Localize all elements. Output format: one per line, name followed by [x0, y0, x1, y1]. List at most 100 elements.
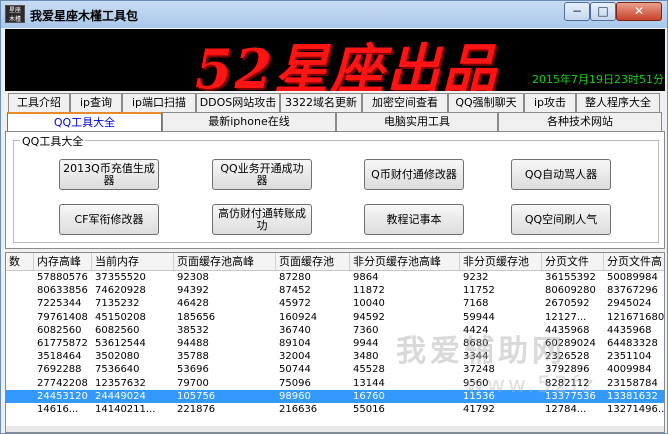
- qb-tenpay-button[interactable]: Q币财付通修改器: [364, 159, 464, 190]
- maximize-button[interactable]: □: [590, 2, 616, 21]
- tab-qq-chat[interactable]: QQ强制聊天: [448, 93, 524, 112]
- table-cell: 89104: [279, 338, 311, 349]
- table-cell: 23158784: [607, 377, 658, 389]
- qq-service-button[interactable]: QQ业务开通成功器: [212, 159, 312, 190]
- table-cell: 45972: [279, 298, 311, 310]
- table-cell: [6, 297, 34, 310]
- table-cell: 53696: [177, 364, 209, 376]
- tab-row-main: 工具介绍 ip查询 ip端口扫描 DDOS网站攻击 3322域名更新 加密空间查…: [5, 93, 665, 113]
- table-row[interactable]: 79761408 45150208 185656 160924 94592 59944 12…: [6, 311, 665, 324]
- table-cell: 92308: [177, 272, 209, 283]
- main-window: 星座 木槿 我爱星座木槿工具包 − □ ✕ 52星座出品 2015年7月19日2…: [0, 0, 668, 434]
- col-header[interactable]: 非分页缓存池: [460, 253, 542, 270]
- table-cell: 24449024: [95, 390, 146, 402]
- table-cell: 14616...: [37, 404, 79, 415]
- table-cell: [6, 284, 34, 297]
- table-cell: [6, 350, 34, 363]
- table-cell: 185656: [177, 311, 216, 323]
- table-cell: 221876: [177, 404, 216, 415]
- col-header[interactable]: 分页文件: [542, 253, 604, 270]
- qzone-popularity-button[interactable]: QQ空间刷人气: [511, 204, 611, 235]
- qq-auto-curse-button[interactable]: QQ自动骂人器: [511, 159, 611, 190]
- tab-ip-query[interactable]: ip查询: [70, 93, 122, 112]
- tenpay-transfer-button[interactable]: 高仿财付通转账成功: [212, 204, 312, 235]
- table-cell: [6, 324, 34, 337]
- col-header[interactable]: 非分页缓存池高峰: [350, 253, 460, 270]
- table-cell: 46428: [177, 298, 209, 310]
- table-cell: 2351104: [607, 351, 652, 363]
- table-cell: 2670592: [545, 298, 590, 310]
- table-cell: 12357632: [95, 377, 146, 389]
- table-cell: 36740: [279, 324, 311, 336]
- tab-prank[interactable]: 整人程序大全: [576, 93, 660, 112]
- table-cell: 2945024: [607, 298, 652, 310]
- table-cell: 7135232: [95, 298, 140, 310]
- table-cell: 94592: [353, 311, 385, 323]
- table-row[interactable]: 7225344 7135232 46428 45972 10040 7168 2670592…: [6, 297, 664, 310]
- tab-panel: QQ工具大全 2013Q币充值生成器 QQ业务开通成功器 Q币财付通修改器 QQ…: [5, 131, 665, 249]
- cf-rank-button[interactable]: CF军衔修改器: [59, 204, 159, 235]
- col-header[interactable]: 内存高峰: [34, 253, 92, 270]
- tab-qq-tools[interactable]: QQ工具大全: [7, 112, 162, 132]
- table-cell: 105756: [177, 390, 216, 402]
- table-cell: [6, 390, 34, 403]
- watermark-text: 我爱辅助网: [396, 334, 566, 369]
- table-cell: 35788: [177, 351, 209, 363]
- table-cell: 10040: [353, 298, 385, 310]
- table-cell: 4009984: [607, 364, 652, 376]
- table-cell: 79700: [177, 377, 209, 389]
- table-row[interactable]: 57880576 37355520 92308 87280 9864 9232 361553…: [6, 271, 664, 284]
- table-cell: 7168: [463, 298, 489, 310]
- table-cell: 7536640: [95, 364, 140, 376]
- table-cell: 45150208: [95, 311, 146, 323]
- table-cell: 53612544: [95, 338, 146, 349]
- table-cell: [6, 403, 34, 416]
- table-cell: 12784...: [545, 404, 587, 415]
- table-cell: 7692288: [37, 364, 82, 376]
- tab-encrypted-space[interactable]: 加密空间查看: [362, 93, 448, 112]
- table-row[interactable]: 61775872 53612544 94488 89104 9944 8680 602890…: [6, 337, 664, 350]
- table-cell: 94392: [177, 285, 209, 297]
- table-row[interactable]: 6082560 6082560 38532 36740 7360 4424 4435968 4…: [6, 324, 664, 337]
- table-cell: 80609280: [545, 285, 596, 297]
- table-cell: 80633856: [37, 285, 88, 297]
- tab-ip-attack[interactable]: ip攻击: [524, 93, 576, 112]
- table-cell: 94488: [177, 338, 209, 349]
- horizontal-scrollbar[interactable]: [6, 426, 664, 432]
- process-table[interactable]: 数 内存高峰 当前内存 页面缓存池高峰 页面缓存池 非分页缓存池高峰 非分页缓存…: [5, 252, 665, 433]
- col-header[interactable]: 数: [6, 253, 34, 270]
- close-button[interactable]: ✕: [616, 2, 662, 21]
- group-label: QQ工具大全: [20, 133, 86, 149]
- table-row[interactable]: 14616... 14140211... 221876 216636 55016 4179…: [6, 403, 665, 416]
- table-cell: 87280: [279, 272, 311, 283]
- col-header[interactable]: 页面缓存池: [276, 253, 350, 270]
- tab-tech-sites[interactable]: 各种技术网站: [498, 112, 662, 131]
- table-cell: 32004: [279, 351, 311, 363]
- banner: 52星座出品 2015年7月19日23时51分2: [5, 29, 665, 91]
- tutorial-notepad-button[interactable]: 教程记事本: [364, 204, 464, 235]
- minimize-button[interactable]: −: [564, 2, 590, 21]
- table-cell: 13271496...: [607, 404, 665, 415]
- table-cell: 98960: [279, 390, 311, 402]
- tab-3322[interactable]: 3322域名更新: [280, 93, 362, 112]
- col-header[interactable]: 分页文件高: [604, 253, 664, 270]
- tab-pc-tools[interactable]: 电脑实用工具: [336, 112, 498, 131]
- qb-recharge-button[interactable]: 2013Q币充值生成器: [59, 159, 159, 190]
- table-cell: 16760: [353, 390, 385, 402]
- title-bar[interactable]: 星座 木槿 我爱星座木槿工具包 − □ ✕: [1, 1, 667, 28]
- table-cell: 11872: [353, 285, 385, 297]
- table-cell: 14140211...: [95, 404, 156, 415]
- table-cell: 64483328: [607, 338, 658, 349]
- table-cell: 50744: [279, 364, 311, 376]
- table-row[interactable]: 80633856 74620928 94392 87452 11872 11752 8060…: [6, 284, 664, 297]
- table-cell: 121671680: [607, 311, 665, 323]
- col-header[interactable]: 页面缓存池高峰: [174, 253, 276, 270]
- table-cell: 41792: [463, 404, 495, 415]
- tab-ddos[interactable]: DDOS网站攻击: [196, 93, 280, 112]
- tab-iphone-online[interactable]: 最新iphone在线: [162, 112, 336, 131]
- table-row[interactable]: 3518464 3502080 35788 32004 3480 3344 2326528 2…: [6, 350, 664, 363]
- col-header[interactable]: 当前内存: [92, 253, 174, 270]
- table-cell: 13144: [353, 377, 385, 389]
- tab-intro[interactable]: 工具介绍: [8, 93, 70, 112]
- tab-port-scan[interactable]: ip端口扫描: [122, 93, 196, 112]
